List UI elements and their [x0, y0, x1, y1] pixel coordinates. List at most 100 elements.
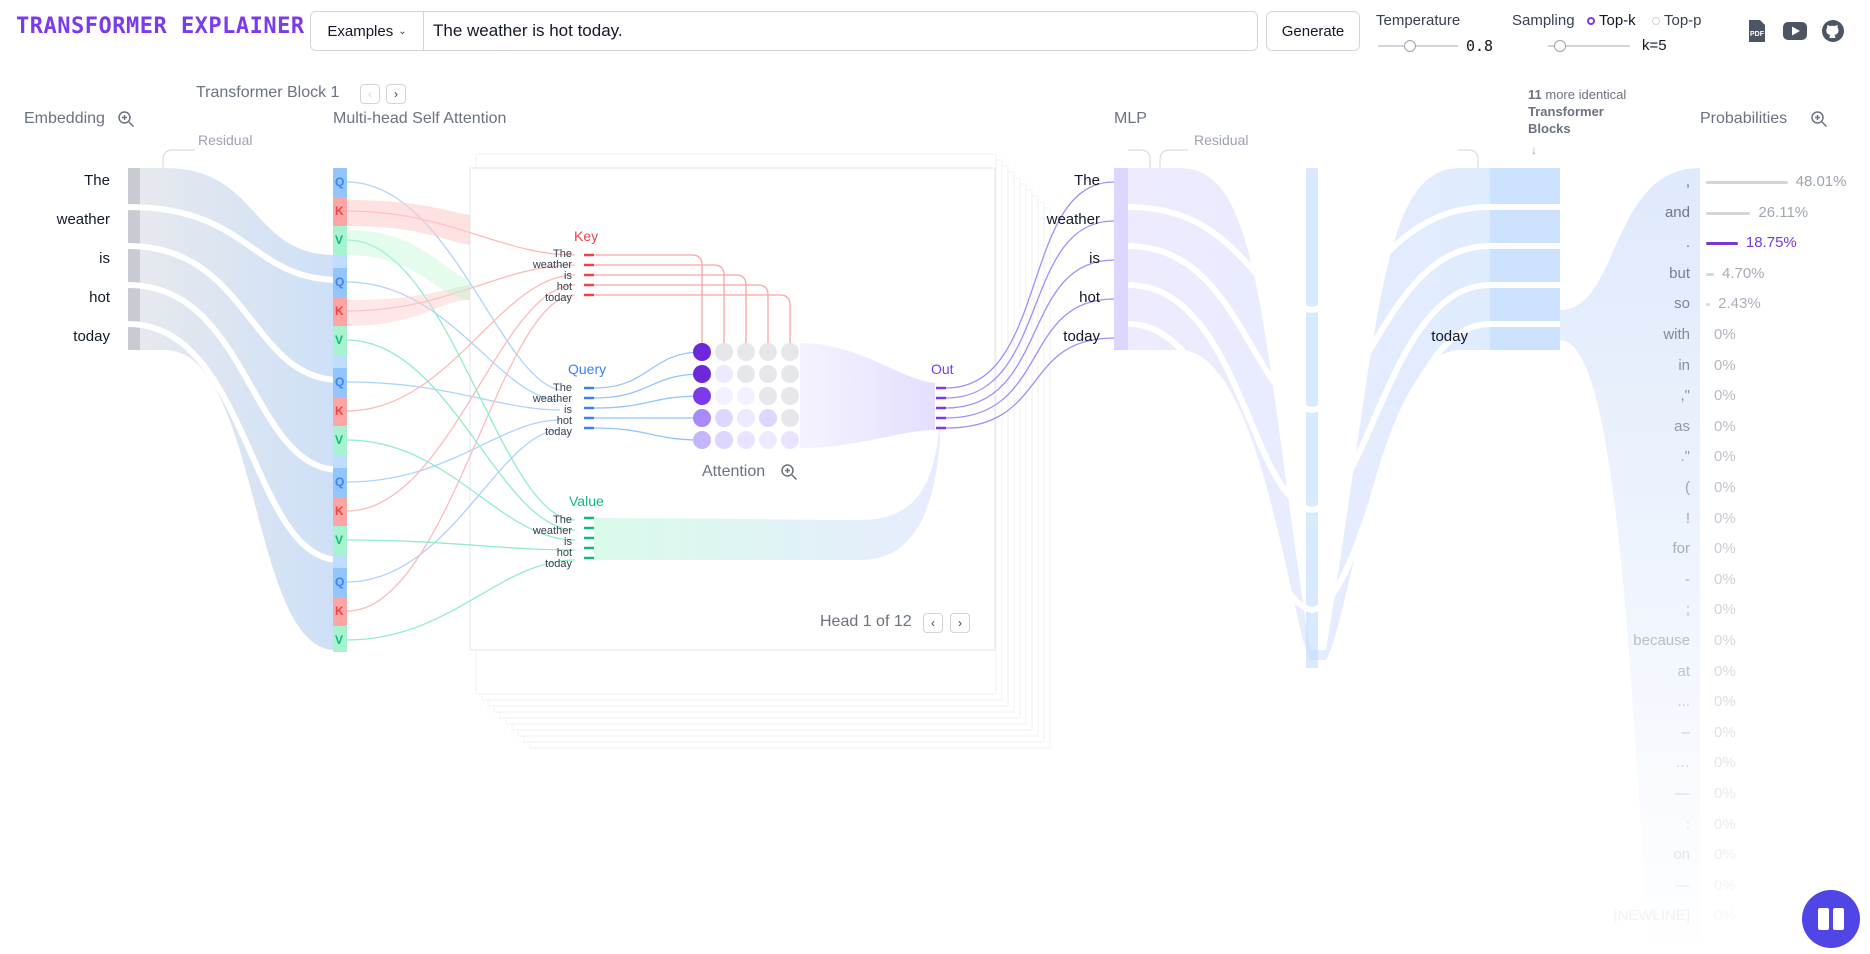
key-token-5: today [545, 292, 572, 304]
embedding-token-1[interactable]: The [40, 172, 110, 189]
probability-row[interactable]: , 48.01% [1610, 168, 1870, 199]
probability-row[interactable]: so 2.43% [1610, 290, 1870, 321]
value-token-5: today [545, 558, 572, 570]
probability-row[interactable]: at 0% [1610, 658, 1870, 689]
probability-token: ( [1685, 479, 1690, 496]
probability-row[interactable]: … 0% [1610, 749, 1870, 780]
probability-token: — [1675, 785, 1690, 802]
value-label: Value [569, 493, 604, 509]
probability-row[interactable]: for 0% [1610, 535, 1870, 566]
probability-value: 0% [1714, 417, 1736, 435]
probability-token: … [1675, 754, 1690, 772]
probability-row[interactable]: and 26.11% [1610, 199, 1870, 230]
probability-row[interactable]: in 0% [1610, 352, 1870, 383]
flow-diagram: Q K V Q K V Q K V Q K V Q K V [127, 149, 1700, 954]
probability-row[interactable]: with 0% [1610, 321, 1870, 352]
probability-list: , 48.01% and 26.11%. 18.75% but 4.70% so 2.43% wi… [1610, 168, 1870, 948]
key-label: Key [574, 228, 599, 244]
svg-text:K: K [335, 304, 344, 318]
probability-value: 0% [1714, 693, 1736, 711]
probability-value: 48.01% [1795, 173, 1847, 190]
textbook-button[interactable] [1802, 890, 1860, 948]
probability-value: 0% [1714, 723, 1736, 741]
svg-text:K: K [335, 604, 344, 618]
head-prev-button[interactable]: ‹ [923, 613, 943, 633]
probability-token: as [1674, 417, 1690, 435]
probability-value: 0% [1714, 601, 1736, 619]
probability-value: 26.11% [1758, 203, 1809, 221]
svg-text:K: K [335, 404, 344, 418]
svg-text:K: K [335, 504, 344, 518]
probability-row[interactable]: – 0% [1610, 719, 1870, 750]
svg-text:V: V [335, 333, 343, 347]
query-token-5: today [545, 426, 572, 438]
probability-token: but [1669, 264, 1690, 282]
svg-text:Q: Q [335, 475, 344, 489]
probability-row[interactable]: ." 0% [1610, 443, 1870, 474]
probability-value: 0% [1714, 509, 1736, 527]
probability-token: because [1633, 632, 1690, 649]
probability-token: : [1685, 815, 1690, 833]
probability-row[interactable]: . 18.75% [1610, 229, 1870, 260]
probability-token: for [1672, 540, 1690, 558]
probability-row[interactable]: ! 0% [1610, 505, 1870, 536]
probability-value: 0% [1714, 662, 1736, 680]
mlp-token-5[interactable]: today [1030, 328, 1100, 345]
probability-value: 0% [1714, 754, 1736, 772]
attention-matrix-label[interactable]: Attention [702, 463, 765, 481]
probability-value: 0% [1714, 356, 1736, 374]
probability-token: in [1678, 356, 1690, 374]
probability-row[interactable]: ," 0% [1610, 382, 1870, 413]
mlp-token-4[interactable]: hot [1030, 289, 1100, 306]
svg-text:Q: Q [335, 275, 344, 289]
probability-value: 0% [1714, 907, 1736, 925]
probability-token: ! [1685, 509, 1690, 527]
probability-value: 0% [1714, 632, 1736, 649]
probability-value: 0% [1714, 540, 1736, 558]
probability-value: 0% [1714, 846, 1736, 864]
probability-value: 0% [1714, 570, 1736, 588]
probability-row[interactable]: but 4.70% [1610, 260, 1870, 291]
probability-row[interactable]: - 0% [1610, 566, 1870, 597]
probability-token: — [1675, 876, 1690, 894]
probability-value: 4.70% [1721, 264, 1765, 282]
svg-text:Q: Q [335, 375, 344, 389]
probability-row[interactable]: on 0% [1610, 841, 1870, 872]
zoom-in-icon[interactable] [780, 463, 798, 486]
probability-value: 0% [1714, 387, 1736, 405]
svg-text:Q: Q [335, 575, 344, 589]
query-label: Query [568, 361, 607, 377]
mlp-token-1[interactable]: The [1030, 172, 1100, 189]
probability-row[interactable]: (0% [1610, 474, 1870, 505]
probability-value: 0% [1714, 785, 1736, 802]
embedding-token-5[interactable]: today [40, 328, 110, 345]
probability-token: ." [1680, 448, 1691, 466]
probability-token: ," [1680, 387, 1691, 405]
embedding-token-2[interactable]: weather [40, 211, 110, 228]
probability-row[interactable]: : 0% [1610, 811, 1870, 842]
probability-bar [1706, 211, 1751, 215]
probability-row[interactable]: ; 0% [1610, 596, 1870, 627]
probability-value: 0% [1714, 326, 1736, 343]
mlp-token-2[interactable]: weather [1030, 211, 1100, 228]
probability-row[interactable]: as 0% [1610, 413, 1870, 444]
embedding-token-4[interactable]: hot [40, 289, 110, 306]
head-next-button[interactable]: › [950, 613, 970, 633]
probability-token: . [1685, 234, 1690, 252]
probability-row[interactable]: ... 0% [1610, 688, 1870, 719]
probability-token: ; [1685, 601, 1690, 619]
probability-row[interactable]: because 0% [1610, 627, 1870, 658]
probability-token: with [1663, 326, 1690, 343]
svg-text:V: V [335, 533, 343, 547]
probability-value: 0% [1714, 815, 1736, 833]
svg-text:V: V [335, 433, 343, 447]
probability-token: so [1674, 295, 1690, 313]
embedding-token-3[interactable]: is [40, 250, 110, 267]
book-icon [1818, 908, 1844, 930]
last-token-label: today [1431, 328, 1468, 345]
probability-value: 18.75% [1745, 234, 1797, 252]
mlp-token-3[interactable]: is [1030, 250, 1100, 267]
probability-bar [1706, 303, 1711, 307]
probability-token: , [1685, 173, 1690, 190]
probability-row[interactable]: — 0% [1610, 780, 1870, 811]
